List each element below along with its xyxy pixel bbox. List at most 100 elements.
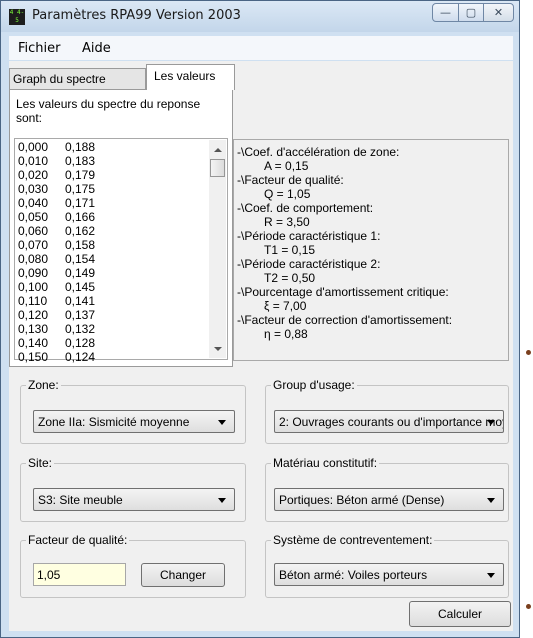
bracing-label: Système de contreventement: — [271, 532, 435, 548]
parameter-value: T1 = 0,15 — [264, 243, 316, 257]
spectrum-value: 0,132 — [65, 322, 96, 336]
list-item[interactable]: 0,050 0,166 — [18, 210, 95, 224]
chevron-down-icon — [487, 573, 495, 578]
chevron-down-icon — [487, 420, 495, 425]
background-edge-mark — [526, 350, 531, 355]
list-item[interactable]: 0,120 0,137 — [18, 308, 95, 322]
usage-group: Group d'usage: 2: Ouvrages courants ou d… — [265, 377, 509, 444]
list-item[interactable]: 0,130 0,132 — [18, 322, 95, 336]
window-title: Paramètres RPA99 Version 2003 — [32, 8, 241, 23]
list-item[interactable]: 0,100 0,145 — [18, 280, 95, 294]
chevron-down-icon — [218, 498, 226, 503]
menu-aide[interactable]: Aide — [82, 41, 111, 56]
spectrum-value: 0,175 — [65, 182, 96, 196]
list-item[interactable]: 0,070 0,158 — [18, 238, 95, 252]
usage-label: Group d'usage: — [271, 377, 357, 393]
tab-les-valeurs[interactable]: Les valeurs — [146, 64, 235, 90]
chevron-down-icon — [218, 420, 226, 425]
zone-select-value: Zone IIa: Sismicité moyenne — [38, 415, 190, 429]
period-value: 0,120 — [18, 308, 49, 322]
parameter-value: R = 3,50 — [264, 215, 310, 229]
site-select[interactable]: S3: Site meuble — [33, 488, 235, 511]
period-value: 0,130 — [18, 322, 49, 336]
spectrum-value: 0,171 — [65, 196, 96, 210]
period-value: 0,070 — [18, 238, 49, 252]
spectrum-value: 0,158 — [65, 238, 96, 252]
title-bar[interactable]: 4 4-5 99 2003 Paramètres RPA99 Version 2… — [1, 1, 519, 32]
close-button[interactable]: ✕ — [483, 3, 514, 22]
quality-group: Facteur de qualité: 1,05 Changer — [20, 532, 246, 598]
zone-label: Zone: — [26, 377, 61, 393]
list-item[interactable]: 0,110 0,141 — [18, 294, 95, 308]
bracing-select[interactable]: Béton armé: Voiles porteurs — [274, 563, 504, 586]
minimize-button[interactable]: — — [432, 3, 459, 22]
scroll-up-arrow-icon[interactable] — [214, 148, 222, 152]
bracing-group: Système de contreventement: Béton armé: … — [265, 532, 509, 598]
spectrum-values-list[interactable]: 0,000 0,188 0,010 0,183 0,020 0,179 0,030 0,175… — [14, 138, 228, 364]
parameter-value: ξ = 7,00 — [264, 299, 307, 313]
list-item[interactable]: 0,030 0,175 — [18, 182, 95, 196]
list-item[interactable]: 0,000 0,188 — [18, 140, 95, 154]
close-icon: ✕ — [493, 6, 504, 19]
parameter-label: -\Pourcentage d'amortissement critique: — [237, 285, 449, 299]
quality-label: Facteur de qualité: — [26, 532, 130, 548]
spectrum-value: 0,154 — [65, 252, 96, 266]
list-item[interactable]: 0,020 0,179 — [18, 168, 95, 182]
tab-graph-du-spectre[interactable]: Graph du spectre — [9, 68, 146, 89]
period-value: 0,150 — [18, 350, 49, 364]
spectrum-value: 0,145 — [65, 280, 96, 294]
calculate-button[interactable]: Calculer — [409, 601, 511, 627]
parameter-lines: -\Coef. d'accélération de zone: A = 0,15-… — [237, 145, 452, 341]
scroll-down-arrow-icon[interactable] — [214, 347, 222, 351]
list-item[interactable]: 0,140 0,128 — [18, 336, 95, 350]
menu-fichier[interactable]: Fichier — [18, 41, 61, 56]
period-value: 0,050 — [18, 210, 49, 224]
period-value: 0,110 — [18, 294, 48, 308]
period-value: 0,080 — [18, 252, 49, 266]
material-select[interactable]: Portiques: Béton armé (Dense) — [274, 488, 504, 511]
quality-factor-value: 1,05 — [37, 568, 61, 582]
list-scrollbar[interactable] — [209, 140, 226, 358]
app-icon-line: 4 4-5 — [9, 9, 25, 24]
period-value: 0,140 — [18, 336, 49, 350]
parameter-label: -\Coef. d'accélération de zone: — [237, 145, 400, 159]
spectrum-rows: 0,000 0,188 0,010 0,183 0,020 0,179 0,030 0,175… — [18, 140, 95, 364]
usage-select[interactable]: 2: Ouvrages courants ou d'importance moy… — [274, 410, 504, 433]
parameter-label: -\Facteur de qualité: — [237, 173, 344, 187]
spectrum-value: 0,124 — [65, 350, 96, 364]
change-quality-button[interactable]: Changer — [141, 563, 225, 587]
period-value: 0,020 — [18, 168, 49, 182]
material-select-value: Portiques: Béton armé (Dense) — [279, 493, 445, 507]
parameter-label: -\Période caractéristique 1: — [237, 229, 381, 243]
list-item[interactable]: 0,060 0,162 — [18, 224, 95, 238]
list-item[interactable]: 0,150 0,124 — [18, 350, 95, 364]
client-area: Graph du spectre Les valeurs Les valeurs… — [9, 61, 513, 631]
list-item[interactable]: 0,080 0,154 — [18, 252, 95, 266]
site-select-value: S3: Site meuble — [38, 493, 123, 507]
period-value: 0,100 — [18, 280, 49, 294]
zone-select[interactable]: Zone IIa: Sismicité moyenne — [33, 410, 235, 433]
spectrum-value: 0,141 — [65, 294, 96, 308]
list-item[interactable]: 0,010 0,183 — [18, 154, 95, 168]
maximize-icon: ▢ — [465, 6, 477, 19]
app-icon[interactable]: 4 4-5 99 2003 — [9, 9, 25, 25]
zone-group: Zone: Zone IIa: Sismicité moyenne — [20, 377, 246, 444]
scroll-thumb[interactable] — [210, 159, 225, 177]
material-group: Matériau constitutif: Portiques: Béton a… — [265, 455, 509, 522]
period-value: 0,090 — [18, 266, 49, 280]
spectrum-value: 0,188 — [65, 140, 96, 154]
parameter-value: T2 = 0,50 — [264, 271, 316, 285]
quality-factor-input[interactable]: 1,05 — [33, 563, 126, 586]
list-item[interactable]: 0,040 0,171 — [18, 196, 95, 210]
bracing-select-value: Béton armé: Voiles porteurs — [279, 568, 428, 582]
maximize-button[interactable]: ▢ — [458, 3, 484, 22]
parameter-value: η = 0,88 — [264, 327, 308, 341]
parameter-label: -\Coef. de comportement: — [237, 201, 374, 215]
tab-panel-values: Les valeurs du spectre du reponse sont: … — [9, 89, 233, 367]
list-item[interactable]: 0,090 0,149 — [18, 266, 95, 280]
app-window: 4 4-5 99 2003 Paramètres RPA99 Version 2… — [0, 0, 520, 638]
menu-bar: Fichier Aide — [9, 36, 513, 60]
spectrum-value: 0,162 — [65, 224, 96, 238]
spectrum-value: 0,183 — [65, 154, 96, 168]
parameter-value: A = 0,15 — [264, 159, 309, 173]
